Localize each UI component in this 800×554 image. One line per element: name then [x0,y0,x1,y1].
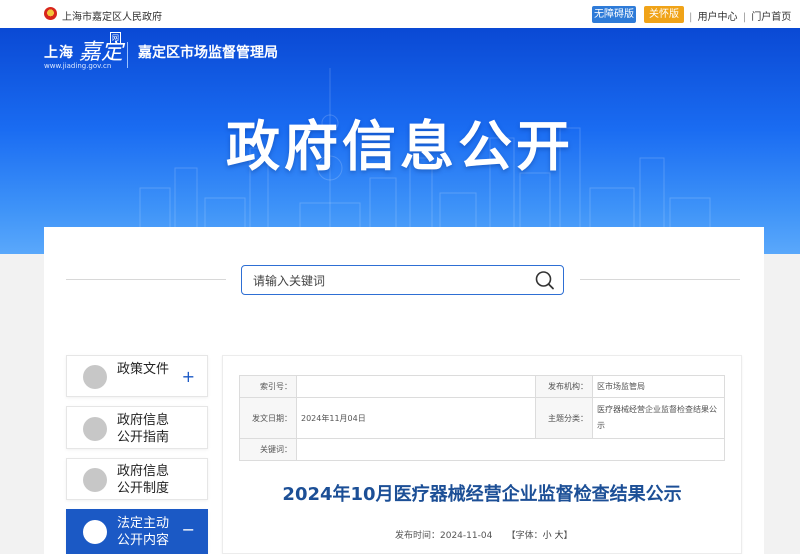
publish-info: 发布时间：2024-11-04 【字体：小 大】 [395,528,573,541]
document-title: 2024年10月医疗器械经营企业监督检查结果公示 [282,484,682,505]
search-input[interactable] [251,272,515,290]
date-label: 发文日期： [239,397,297,439]
logo-divider [127,42,128,68]
keywords-value [296,438,725,461]
search-icon[interactable] [534,270,556,290]
collapse-icon[interactable]: − [182,520,195,539]
gov-site-link[interactable]: 上海市嘉定区人民政府 [62,8,162,23]
category-label: 主题分类： [535,397,593,439]
national-emblem-icon [44,7,57,20]
banner: 上海 嘉定 网 www.jiading.gov.cn 嘉定区市场监督管理局 政府… [0,28,800,254]
sidebar-item-disclosure-regulation[interactable]: 政府信息 公开制度 [66,458,208,500]
guide-icon [83,417,107,441]
accessibility-mode-button[interactable]: 无障碍版 [592,6,636,23]
keywords-label: 关键词： [239,438,297,461]
publisher-value: 区市场监管局 [592,375,725,398]
sidebar-item-label: 法定主动 公开内容 [117,516,170,548]
date-value: 2024年11月04日 [296,397,536,439]
expand-icon[interactable]: + [182,367,195,386]
logo-url: www.jiading.gov.cn [44,62,112,70]
publish-time: 发布时间：2024-11-04 [395,531,493,541]
category-value: 医疗器械经营企业监督检查结果公示 [592,397,725,439]
sidebar-item-label: 政策文件 [117,362,170,377]
top-links: | 用户中心 | 门户首页 [687,8,791,23]
font-large-button[interactable]: 大 [555,531,564,541]
metadata-table: 索引号： 发布机构： 区市场监管局 发文日期： 2024年11月04日 主题分类… [239,375,725,461]
index-label: 索引号： [239,375,297,398]
sidebar-item-statutory-content[interactable]: 法定主动 公开内容 − [66,509,208,554]
font-size-close: 】 [563,531,573,541]
publisher-label: 发布机构： [535,375,593,398]
document-icon [83,365,107,389]
content-icon [83,520,107,544]
sidebar-item-policy-documents[interactable]: 政策文件 + [66,355,208,397]
font-size-label: 【字体： [506,531,543,541]
logo-shanghai-text: 上海 [44,45,74,61]
font-small-button[interactable]: 小 [543,531,552,541]
search-divider-right [580,279,740,280]
index-value [296,375,536,398]
care-mode-button[interactable]: 关怀版 [644,6,684,23]
portal-home-link[interactable]: 门户首页 [751,8,791,23]
page-title: 政府信息公开 [226,115,574,178]
logo-badge: 网 [110,32,121,44]
search-box [241,265,564,295]
sidebar-item-label: 政府信息 公开制度 [117,464,170,496]
regulation-icon [83,468,107,492]
user-center-link[interactable]: 用户中心 [698,8,738,23]
sidebar-item-label: 政府信息 公开指南 [117,413,170,445]
sidebar-item-disclosure-guide[interactable]: 政府信息 公开指南 [66,406,208,449]
separator: | [742,12,747,23]
bureau-name: 嘉定区市场监督管理局 [138,45,278,61]
search-divider-left [66,279,226,280]
separator: | [689,12,693,23]
top-bar: 上海市嘉定区人民政府 无障碍版 关怀版 | 用户中心 | 门户首页 [0,0,800,29]
